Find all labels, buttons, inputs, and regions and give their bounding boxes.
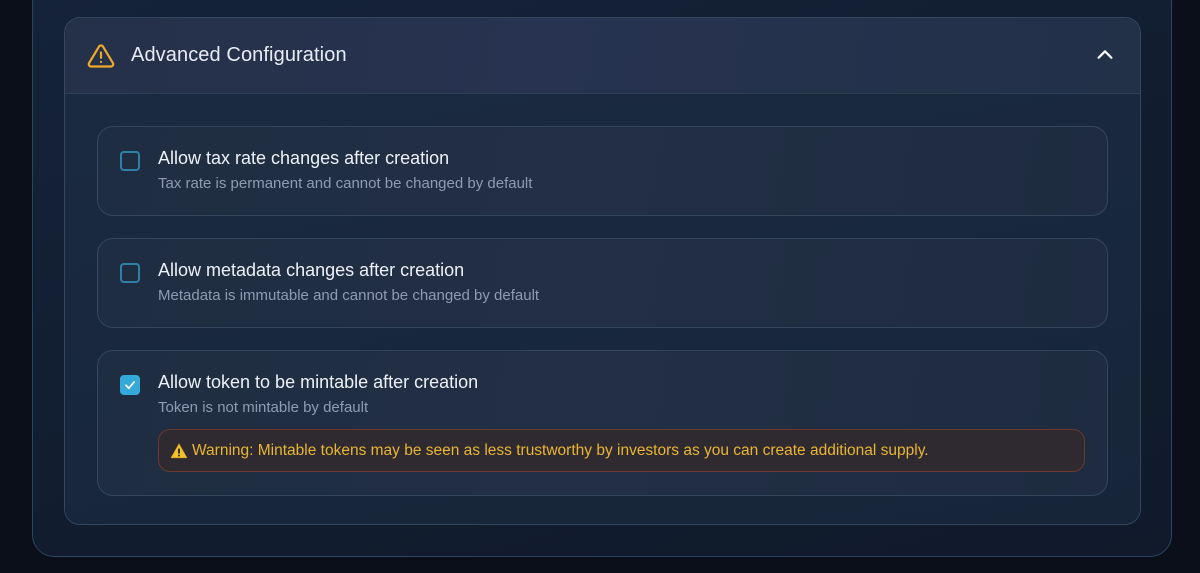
option-description: Metadata is immutable and cannot be chan…: [158, 287, 540, 304]
tax-rate-checkbox[interactable]: [120, 151, 140, 171]
option-tax-rate-changes[interactable]: Allow tax rate changes after creation Ta…: [97, 126, 1108, 216]
advanced-configuration-body: Allow tax rate changes after creation Ta…: [65, 94, 1140, 524]
option-description: Tax rate is permanent and cannot be chan…: [158, 175, 533, 192]
metadata-checkbox[interactable]: [120, 263, 140, 283]
option-title: Allow metadata changes after creation: [158, 260, 465, 280]
option-description: Token is not mintable by default: [158, 399, 369, 416]
mintable-warning-banner: Warning: Mintable tokens may be seen as …: [158, 429, 1085, 472]
mintable-checkbox[interactable]: [120, 375, 140, 395]
chevron-up-icon[interactable]: [1094, 44, 1116, 66]
panel-title: Advanced Configuration: [131, 44, 347, 66]
advanced-configuration-panel: Advanced Configuration Allow tax rate ch…: [64, 17, 1141, 525]
option-title: Allow tax rate changes after creation: [158, 148, 450, 168]
checkmark-icon: [125, 381, 135, 390]
advanced-configuration-header[interactable]: Advanced Configuration: [65, 18, 1140, 94]
warning-triangle-icon: [87, 42, 115, 70]
option-title: Allow token to be mintable after creatio…: [158, 372, 479, 392]
option-metadata-changes[interactable]: Allow metadata changes after creation Me…: [97, 238, 1108, 328]
warning-emoji-icon: [170, 442, 188, 460]
option-mintable[interactable]: Allow token to be mintable after creatio…: [97, 350, 1108, 496]
warning-text: Warning: Mintable tokens may be seen as …: [192, 441, 929, 459]
